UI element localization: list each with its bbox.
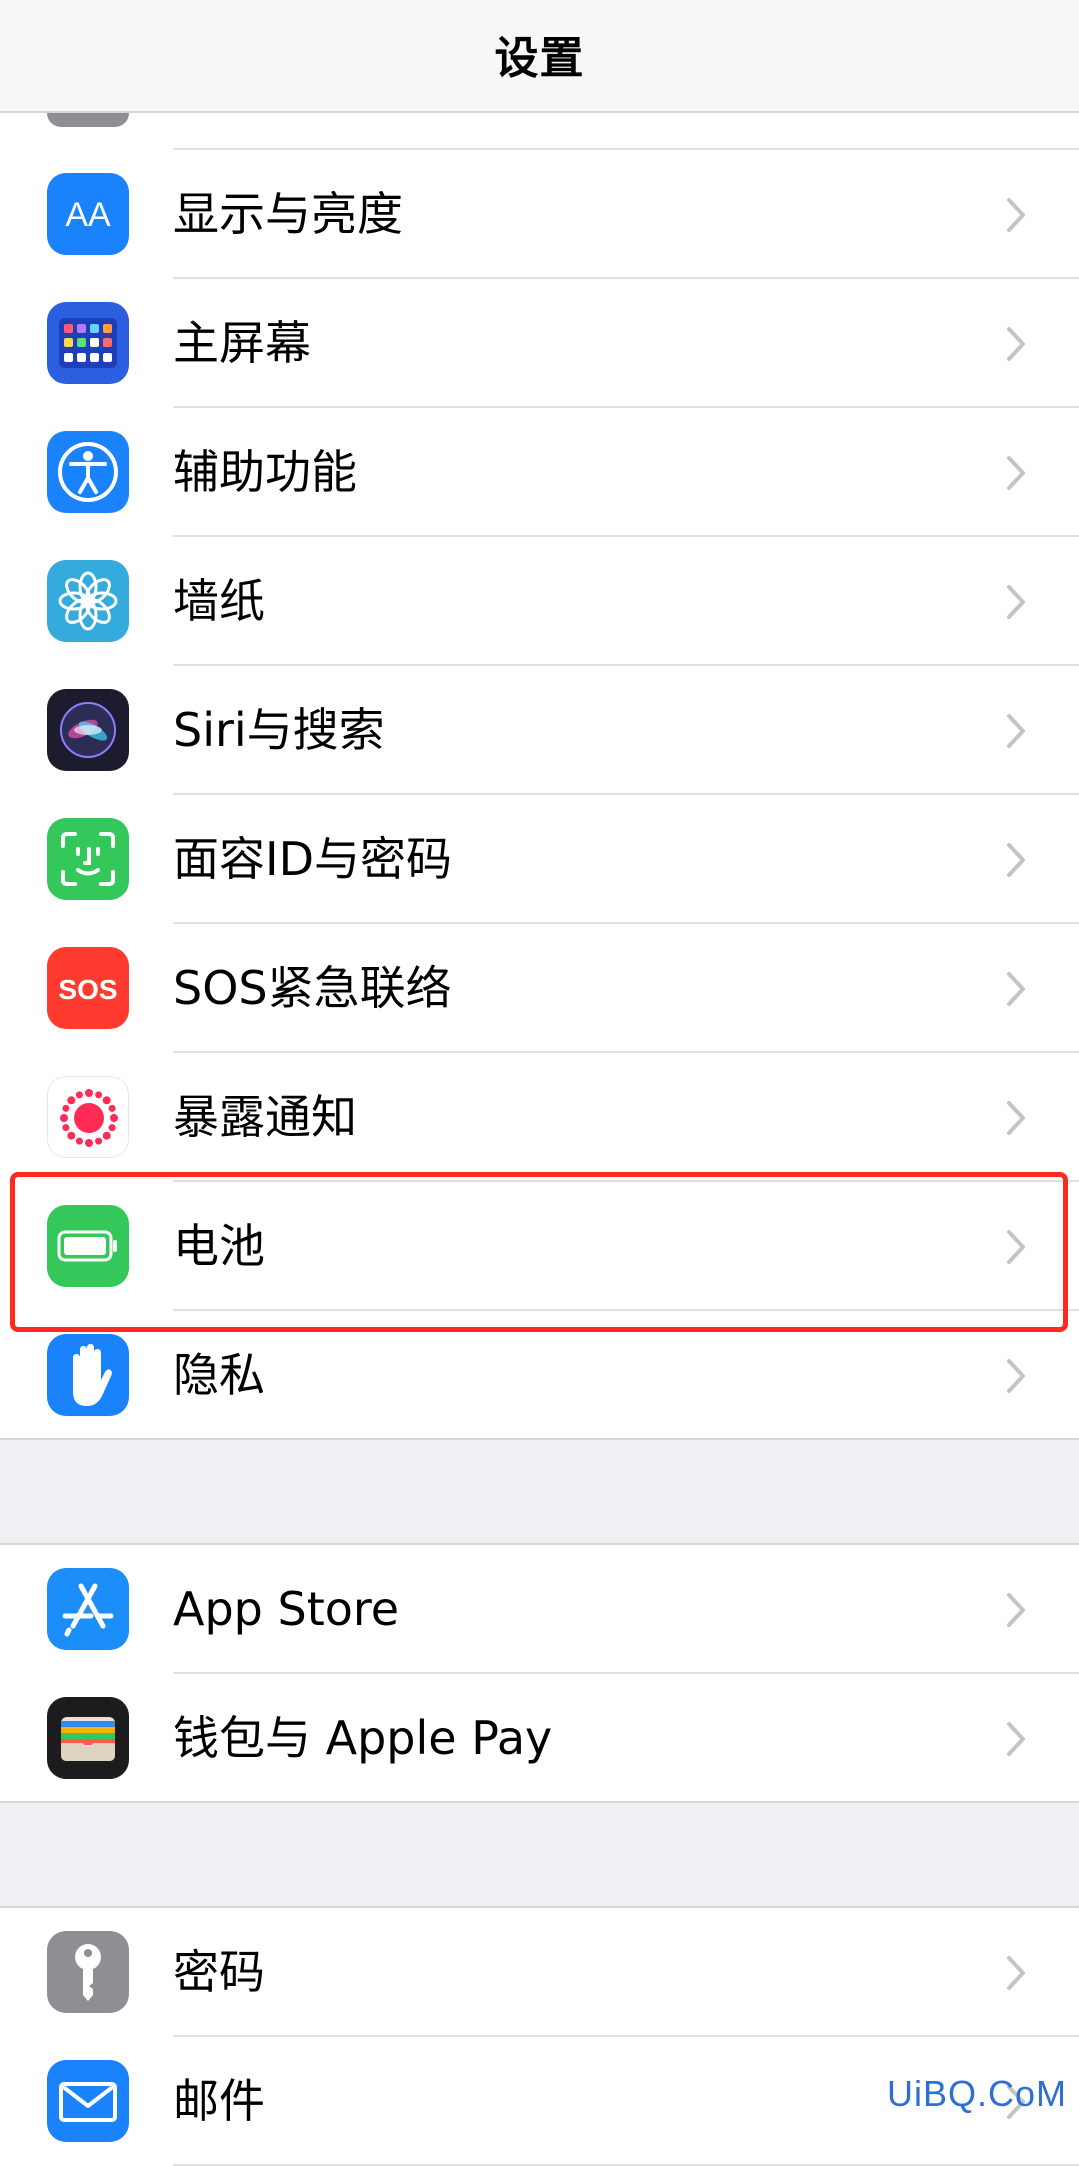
row-wallpaper[interactable]: 墙纸 [0, 537, 1079, 666]
face-id-icon [47, 818, 129, 900]
navigation-bar: 设置 [0, 0, 1079, 113]
section-spacer [0, 1440, 1079, 1545]
chevron-right-icon [1007, 972, 1025, 1006]
chevron-right-icon [1007, 1359, 1025, 1393]
battery-highlight-box [10, 1172, 1068, 1332]
row-label: 墙纸 [173, 574, 265, 628]
row-passwords[interactable]: 密码 [0, 1908, 1079, 2037]
row-label: 主屏幕 [173, 316, 311, 370]
row-label: SOS紧急联络 [173, 961, 452, 1015]
row-display-brightness[interactable]: AA 显示与亮度 [0, 150, 1079, 279]
mail-icon [47, 2060, 129, 2142]
accessibility-icon [47, 431, 129, 513]
page-title: 设置 [494, 33, 585, 84]
chevron-right-icon [1007, 1593, 1025, 1627]
row-label: 面容ID与密码 [173, 832, 452, 886]
row-label: 暴露通知 [173, 1090, 357, 1144]
exposure-notification-icon [47, 1076, 129, 1158]
siri-icon [47, 689, 129, 771]
row-label: 显示与亮度 [173, 187, 403, 241]
chevron-right-icon [1007, 1722, 1025, 1756]
watermark-text: UiBQ.CoM [886, 2073, 1067, 2114]
row-label: 辅助功能 [173, 445, 357, 499]
aa-glyph: AA [65, 196, 111, 234]
wallpaper-icon [47, 560, 129, 642]
chevron-right-icon [1007, 1956, 1025, 1990]
row-emergency-sos[interactable]: SOS SOS紧急联络 [0, 924, 1079, 1053]
chevron-right-icon [1007, 843, 1025, 877]
row-label: 钱包与 Apple Pay [173, 1711, 553, 1765]
home-screen-icon [47, 302, 129, 384]
chevron-right-icon [1007, 1101, 1025, 1135]
row-wallet-apple-pay[interactable]: 钱包与 Apple Pay [0, 1674, 1079, 1803]
chevron-right-icon [1007, 327, 1025, 361]
sos-glyph: SOS [58, 974, 117, 1005]
row-accessibility[interactable]: 辅助功能 [0, 408, 1079, 537]
privacy-hand-icon [47, 1334, 129, 1416]
chevron-right-icon [1007, 456, 1025, 490]
partial-row-icon [47, 113, 129, 127]
chevron-right-icon [1007, 198, 1025, 232]
row-label: 邮件 [173, 2074, 265, 2128]
settings-group-3: 密码 邮件 [0, 1908, 1079, 2166]
wallet-icon [47, 1697, 129, 1779]
row-label: Siri与搜索 [173, 703, 385, 757]
app-store-icon [47, 1568, 129, 1650]
row-exposure-notifications[interactable]: 暴露通知 [0, 1053, 1079, 1182]
display-brightness-icon: AA [47, 173, 129, 255]
settings-group-2: App Store 钱包与 Apple Pay [0, 1545, 1079, 1803]
chevron-right-icon [1007, 585, 1025, 619]
sos-icon: SOS [47, 947, 129, 1029]
row-siri-search[interactable]: Siri与搜索 [0, 666, 1079, 795]
passwords-key-icon [47, 1931, 129, 2013]
section-spacer [0, 1803, 1079, 1908]
chevron-right-icon [1007, 714, 1025, 748]
row-face-id-passcode[interactable]: 面容ID与密码 [0, 795, 1079, 924]
row-home-screen[interactable]: 主屏幕 [0, 279, 1079, 408]
row-label: 密码 [173, 1945, 265, 1999]
row-label: App Store [173, 1582, 400, 1636]
row-app-store[interactable]: App Store [0, 1545, 1079, 1674]
